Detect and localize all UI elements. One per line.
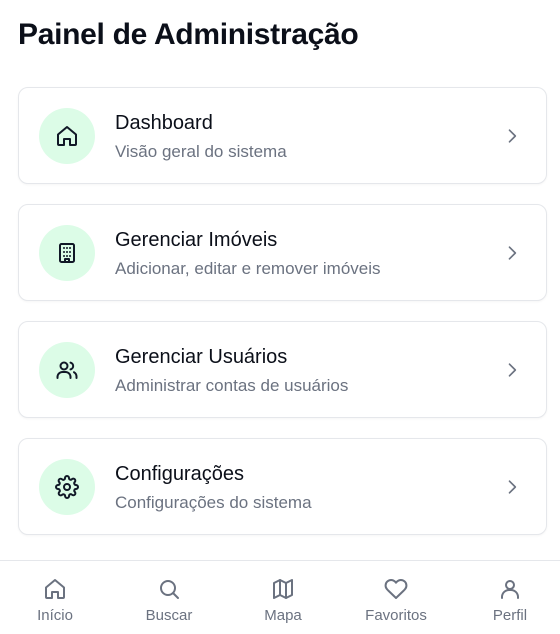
users-icon xyxy=(39,342,95,398)
menu-card-title: Configurações xyxy=(115,463,244,485)
admin-panel-page: Painel de Administração Dashboard Visão … xyxy=(0,0,560,634)
chevron-right-icon xyxy=(508,129,517,143)
menu-card-subtitle: Visão geral do sistema xyxy=(115,142,287,161)
nav-item-map[interactable]: Mapa xyxy=(233,561,333,634)
menu-card-subtitle: Administrar contas de usuários xyxy=(115,376,349,395)
admin-menu-list: Dashboard Visão geral do sistema Gerenci… xyxy=(18,87,547,555)
menu-card-subtitle: Adicionar, editar e remover imóveis xyxy=(115,259,381,278)
menu-card-title: Gerenciar Usuários xyxy=(115,346,288,368)
menu-card-settings[interactable]: Configurações Configurações do sistema xyxy=(18,438,547,535)
chevron-right-icon xyxy=(508,246,517,260)
menu-card-manage-properties[interactable]: Gerenciar Imóveis Adicionar, editar e re… xyxy=(18,204,547,301)
menu-card-title: Gerenciar Imóveis xyxy=(115,229,278,251)
map-icon xyxy=(273,579,293,599)
nav-label: Mapa xyxy=(264,607,302,624)
nav-label: Favoritos xyxy=(365,607,427,624)
nav-item-favorites[interactable]: Favoritos xyxy=(346,561,446,634)
menu-card-subtitle: Configurações do sistema xyxy=(115,493,312,512)
nav-label: Perfil xyxy=(492,607,528,624)
heart-icon xyxy=(384,579,408,599)
nav-item-home[interactable]: Início xyxy=(5,561,105,634)
search-icon xyxy=(160,580,179,599)
menu-card-manage-users[interactable]: Gerenciar Usuários Administrar contas de… xyxy=(18,321,547,418)
building-icon xyxy=(39,225,95,281)
nav-label: Buscar xyxy=(145,607,193,624)
menu-card-title: Dashboard xyxy=(115,112,213,134)
nav-label: Início xyxy=(37,607,73,624)
user-icon xyxy=(501,580,519,599)
chevron-right-icon xyxy=(508,480,517,494)
home-icon xyxy=(39,108,95,164)
home-icon xyxy=(45,579,65,599)
page-title: Painel de Administração xyxy=(18,18,359,51)
nav-item-search[interactable]: Buscar xyxy=(119,561,219,634)
gear-icon xyxy=(39,459,95,515)
bottom-navigation: Início Buscar Mapa Favoritos Perfil xyxy=(0,560,560,634)
menu-card-dashboard[interactable]: Dashboard Visão geral do sistema xyxy=(18,87,547,184)
nav-item-profile[interactable]: Perfil xyxy=(460,561,560,634)
chevron-right-icon xyxy=(508,363,517,377)
